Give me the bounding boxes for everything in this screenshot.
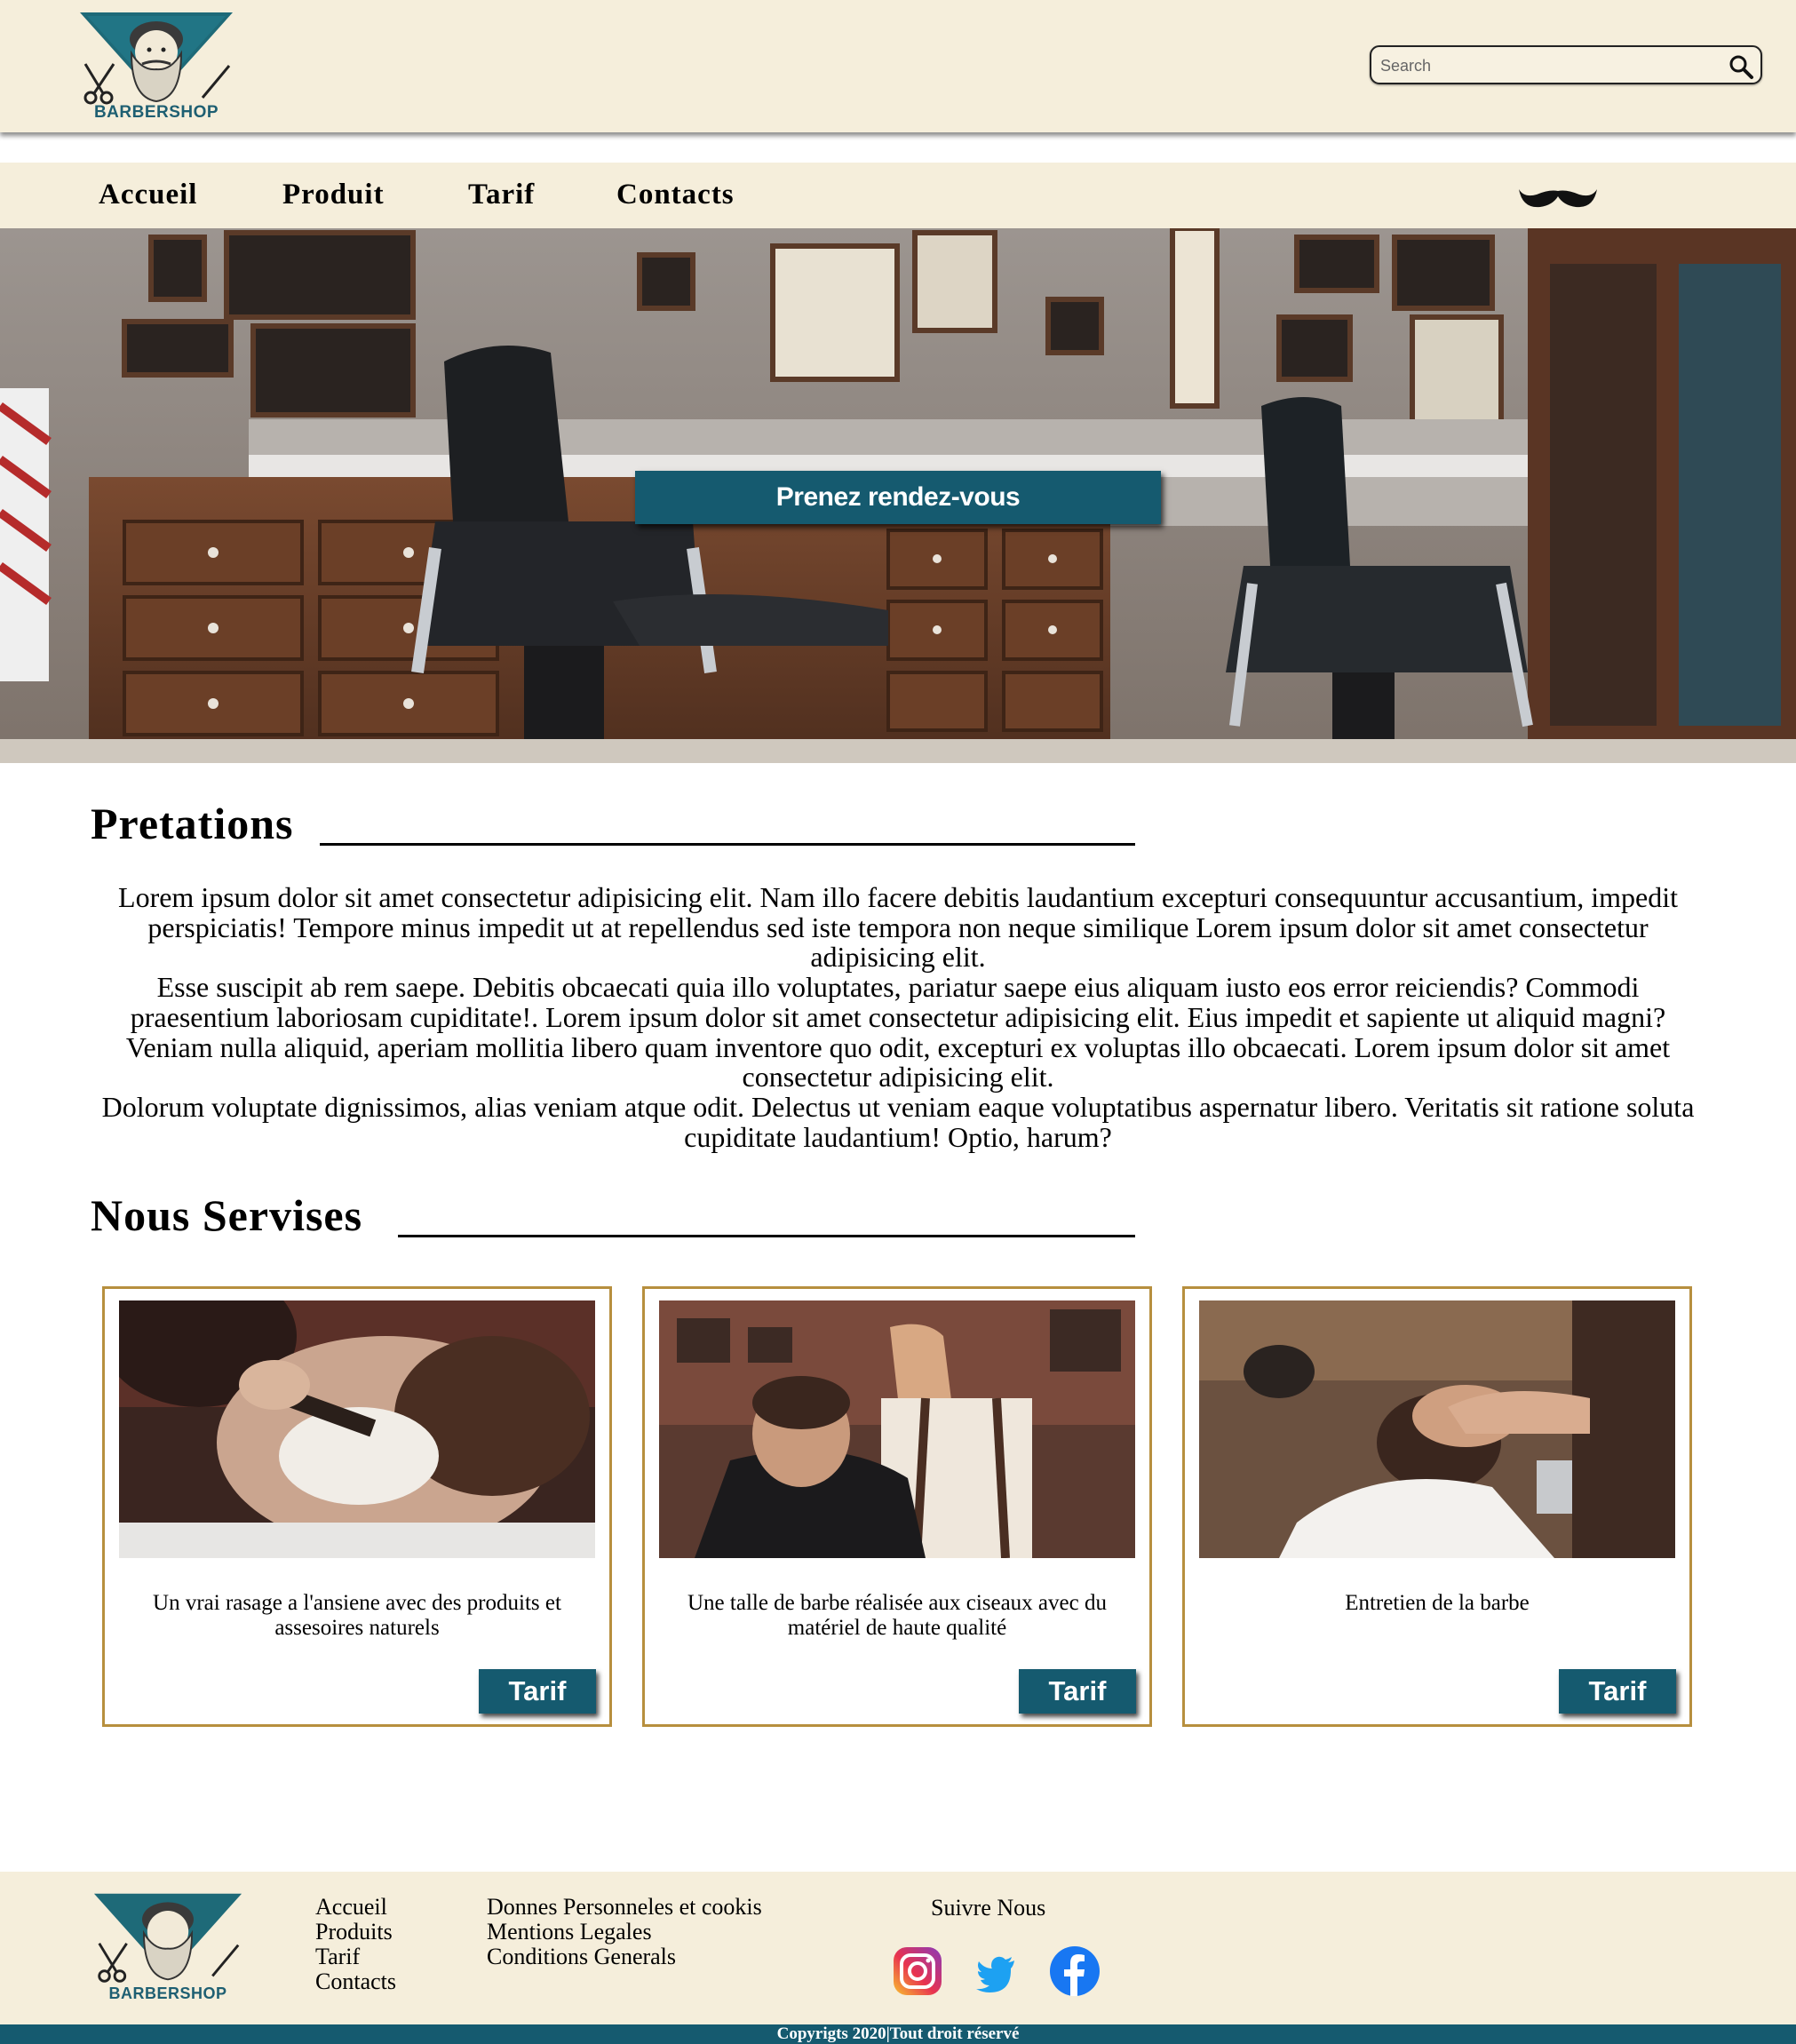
service-card-shave: Un vrai rasage a l'ansiene avec des prod… [102, 1286, 612, 1727]
service-card-beard-care: Entretien de la barbe Tarif [1182, 1286, 1692, 1727]
twitter-icon[interactable] [970, 1945, 1023, 1998]
footer-nav-links: Accueil Produits Tarif Contacts [315, 1895, 396, 1994]
footer-logo[interactable]: BARBERSHOP [92, 1889, 243, 2003]
services-title-rule [398, 1235, 1135, 1237]
site-header: BARBERSHOP [0, 0, 1796, 132]
prestations-title: Pretations [91, 799, 294, 848]
logo-emblem-icon [80, 12, 233, 105]
tarif-button-shave[interactable]: Tarif [479, 1669, 596, 1714]
footer-legal-links: Donnes Personneles et cookis Mentions Le… [487, 1895, 762, 1969]
tarif-button-beard-trim[interactable]: Tarif [1019, 1669, 1136, 1714]
instagram-icon[interactable] [891, 1945, 944, 1998]
site-footer: BARBERSHOP Accueil Produits Tarif Contac… [0, 1872, 1796, 2024]
prestations-paragraph-2: Esse suscipit ab rem saepe. Debitis obca… [125, 971, 1671, 1094]
services-title: Nous Servises [91, 1190, 363, 1240]
prestations-text: Lorem ipsum dolor sit amet consectetur a… [96, 881, 1700, 1153]
footer-link-legal-notice[interactable]: Mentions Legales [487, 1920, 762, 1945]
card-text-beard-trim: Une talle de barbe réalisée aux ciseaux … [687, 1591, 1107, 1640]
card-text-beard-care: Entretien de la barbe [1345, 1591, 1530, 1615]
footer-link-accueil[interactable]: Accueil [315, 1895, 396, 1920]
footer-logo-emblem-icon [93, 1893, 242, 1983]
main-nav: Accueil Produit Tarif Contacts [0, 163, 1796, 228]
footer-link-privacy[interactable]: Donnes Personneles et cookis [487, 1895, 762, 1920]
barbershop-logo[interactable]: BARBERSHOP [78, 9, 234, 123]
card-text-shave: Un vrai rasage a l'ansiene avec des prod… [153, 1591, 561, 1640]
footer-link-contacts[interactable]: Contacts [315, 1969, 396, 1994]
nav-item-accueil[interactable]: Accueil [99, 179, 197, 211]
search-box[interactable] [1370, 45, 1762, 84]
footer-link-terms[interactable]: Conditions Generals [487, 1945, 762, 1969]
nav-item-produit[interactable]: Produit [282, 179, 385, 211]
footer-logo-text: BARBERSHOP [108, 1984, 227, 2002]
logo-text: BARBERSHOP [93, 103, 219, 122]
prestations-title-rule [320, 843, 1135, 846]
search-input[interactable] [1379, 54, 1720, 77]
beard-care-photo [1199, 1300, 1675, 1558]
footer-link-produits[interactable]: Produits [315, 1920, 396, 1945]
prestations-paragraph-1: Lorem ipsum dolor sit amet consectetur a… [118, 881, 1678, 974]
follow-us-title: Suivre Nous [931, 1895, 1046, 1921]
shave-photo [119, 1300, 595, 1558]
service-card-beard-trim: Une talle de barbe réalisée aux ciseaux … [642, 1286, 1152, 1727]
mustache-icon [1519, 189, 1597, 208]
copyright-bar: Copyrigts 2020|Tout droit réservé [0, 2024, 1796, 2044]
book-appointment-button[interactable]: Prenez rendez-vous [635, 471, 1161, 524]
nav-item-tarif[interactable]: Tarif [468, 179, 535, 211]
prestations-paragraph-3: Dolorum voluptate dignissimos, alias ven… [101, 1090, 1695, 1153]
facebook-icon[interactable] [1048, 1945, 1101, 1998]
search-icon[interactable] [1727, 52, 1755, 81]
tarif-button-beard-care[interactable]: Tarif [1559, 1669, 1676, 1714]
nav-item-contacts[interactable]: Contacts [616, 179, 735, 211]
footer-link-tarif[interactable]: Tarif [315, 1945, 396, 1969]
hero-banner: Prenez rendez-vous [0, 228, 1796, 763]
beard-trim-photo [659, 1300, 1135, 1558]
